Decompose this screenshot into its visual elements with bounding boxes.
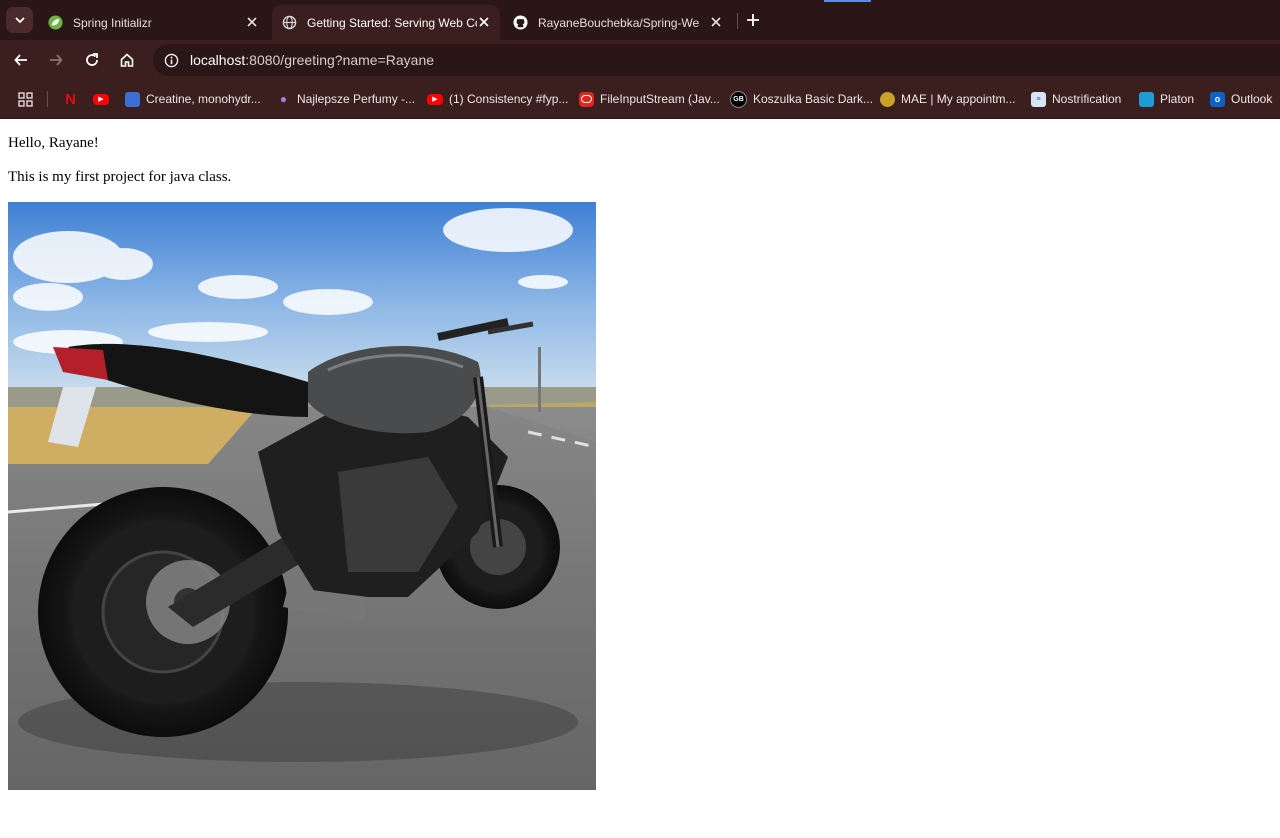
tab-spring-initializr[interactable]: Spring Initializr [40,5,268,40]
home-button[interactable] [118,51,136,69]
bookmark-mae[interactable]: MAE | My appointm... [880,80,1016,118]
bookmark-creatine[interactable]: Creatine, monohydr... [125,80,261,118]
bookmarks-bar: N ▶ Creatine, monohydr... ● Najlepsze Pe… [0,80,1280,119]
apps-grid-icon [18,91,33,107]
platon-icon [1139,91,1154,107]
bookmark-label: Outlook [1231,92,1273,106]
tab-title: RayaneBouchebka/Spring-Web [538,15,700,30]
apps-button[interactable] [18,80,33,118]
bookmark-label: Najlepsze Perfumy -... [297,92,416,106]
plus-icon [747,14,759,26]
tab-title: Spring Initializr [73,15,152,30]
bookmark-label: (1) Consistency #fyp... [449,92,569,106]
back-button[interactable] [12,51,30,69]
bookmark-koszulka[interactable]: GB Koszulka Basic Dark... [730,80,873,118]
globe-icon [282,15,297,30]
tab-getting-started[interactable]: Getting Started: Serving Web Co [272,5,500,40]
spring-leaf-icon [48,15,63,30]
close-icon[interactable] [244,14,260,30]
close-icon[interactable] [476,14,492,30]
home-icon [120,53,134,67]
toolbar: localhost:8080/greeting?name=Rayane [0,40,1280,80]
bookmark-consistency[interactable]: ▶ (1) Consistency #fyp... [427,80,568,118]
reload-icon [86,53,98,66]
youtube-icon: ▶ [427,93,443,105]
emblem-icon [880,91,895,107]
new-tab-button[interactable] [744,11,762,29]
bookmark-platon[interactable]: Platon [1139,80,1194,118]
bookmark-youtube[interactable]: ▶ [93,80,115,118]
url-text: localhost:8080/greeting?name=Rayane [190,52,434,68]
greeting-text: Hello, Rayane! [8,135,99,151]
bookmark-netflix[interactable]: N [63,80,84,118]
bookmark-label: Platon [1160,92,1195,106]
bookmark-nostrification[interactable]: ≡ Nostrification [1031,80,1121,118]
shop-icon [125,91,140,107]
arrow-right-icon [50,54,63,66]
tab-github-repo[interactable]: RayaneBouchebka/Spring-Web [504,5,732,40]
bookmark-label: Koszulka Basic Dark... [753,92,874,106]
bookmark-perfumy[interactable]: ● Najlepsze Perfumy -... [276,80,415,118]
close-icon[interactable] [708,14,724,30]
bookmark-fileinputstream[interactable]: FileInputStream (Jav... [579,80,720,118]
outlook-icon: o [1210,91,1225,107]
tab-separator [737,13,738,29]
reload-button[interactable] [83,51,101,69]
tab-title: Getting Started: Serving Web Co [307,15,477,30]
tab-search-button[interactable] [6,7,33,33]
site-info-icon[interactable] [163,52,179,68]
github-icon [513,15,528,30]
netflix-icon: N [65,90,76,108]
tab-strip: Spring Initializr Getting Started: Servi… [0,0,1280,40]
motorcycle-photo [8,202,596,790]
bookmarks-separator [47,91,48,107]
window-accent-line [824,0,871,2]
perfume-icon: ● [279,92,288,106]
bookmark-label: Nostrification [1052,92,1122,106]
nostrification-icon: ≡ [1031,91,1046,107]
description-text: This is my first project for java class. [8,169,232,185]
url-host: localhost [190,52,246,68]
arrow-left-icon [14,54,27,66]
bookmark-outlook[interactable]: o Outlook [1210,80,1272,118]
url-path: :8080/greeting?name=Rayane [245,52,435,68]
youtube-icon: ▶ [93,93,109,105]
address-bar[interactable]: localhost:8080/greeting?name=Rayane [153,44,1280,76]
oracle-icon [579,91,594,107]
browser-chrome: Spring Initializr Getting Started: Servi… [0,0,1280,119]
bookmark-label: Creatine, monohydr... [146,92,261,106]
forward-button[interactable] [47,51,65,69]
chevron-down-icon [14,17,25,24]
gb-icon: GB [730,90,747,108]
bookmark-label: MAE | My appointm... [901,92,1016,106]
bookmark-label: FileInputStream (Jav... [600,92,720,106]
